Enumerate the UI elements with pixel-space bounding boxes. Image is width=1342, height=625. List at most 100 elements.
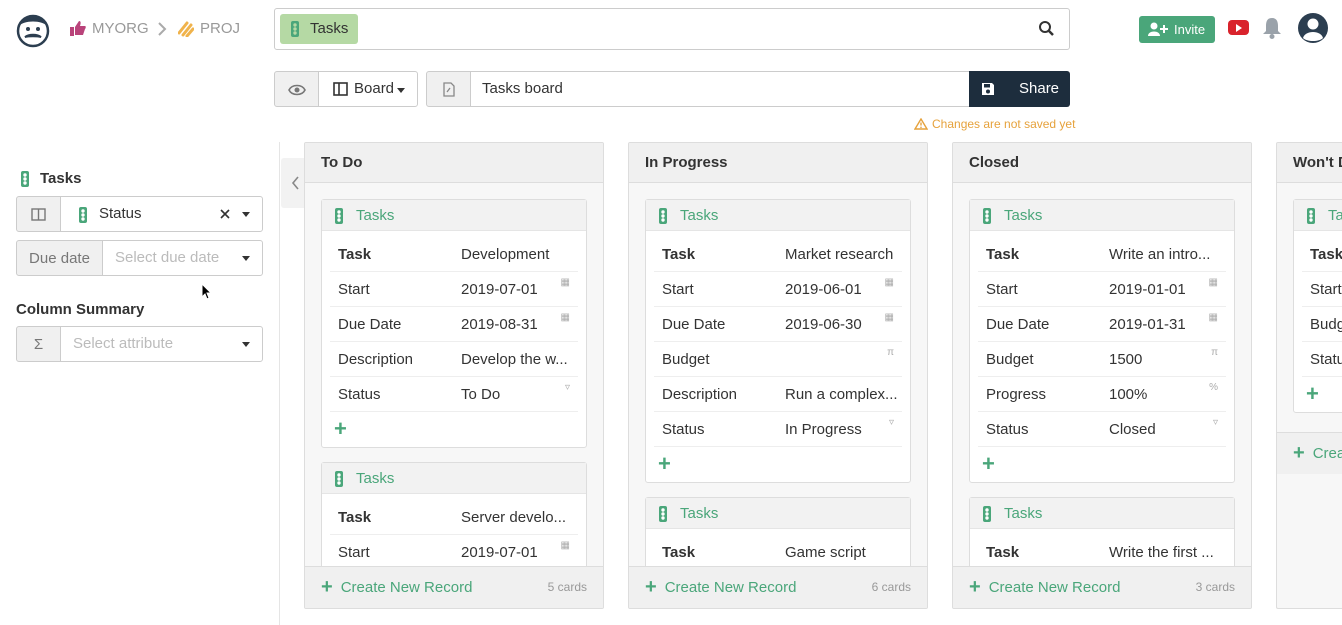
add-user-icon (1148, 22, 1168, 36)
view-type-dropdown[interactable]: Board (318, 71, 418, 107)
card-field-row[interactable]: Task (1302, 237, 1342, 272)
field-value[interactable]: Run a complex... (785, 377, 903, 412)
card-field-row[interactable]: Budget 1500 π (978, 342, 1226, 377)
sidebar-title: Tasks (40, 170, 82, 187)
field-name: Budget (662, 351, 710, 368)
logo-icon[interactable] (14, 10, 52, 48)
card-field-row[interactable]: Task Market research (654, 237, 902, 272)
column-footer: + Create New Record 6 cards (629, 566, 927, 608)
create-record-button[interactable]: + Create New Record (321, 577, 473, 597)
share-label: Share (1019, 80, 1060, 97)
view-visibility-button[interactable] (274, 71, 319, 107)
column-title[interactable]: Won't D (1277, 143, 1342, 183)
traffic-light-icon (21, 170, 29, 187)
card-field-row[interactable]: Status In Progress ▿ (654, 412, 902, 447)
view-doc-button[interactable] (426, 71, 471, 107)
record-card[interactable]: Tasks Task Write the first ... (969, 497, 1235, 571)
record-card[interactable]: Ta Task Start Budg Statu + (1293, 199, 1342, 413)
breadcrumb-org[interactable]: MYORG (70, 20, 149, 37)
card-field-row[interactable]: Task Write an intro... (978, 237, 1226, 272)
field-value[interactable]: 1500 (1109, 342, 1227, 377)
field-value[interactable]: Server develo... (461, 500, 579, 535)
column-title[interactable]: To Do (305, 143, 603, 183)
card-field-row[interactable]: Statu (1302, 342, 1342, 377)
field-value[interactable]: In Progress (785, 412, 903, 447)
eye-icon (288, 84, 306, 96)
add-field-icon[interactable]: + (1306, 383, 1319, 405)
user-avatar[interactable] (1298, 13, 1328, 43)
field-value[interactable]: Development (461, 237, 579, 272)
record-card[interactable]: Tasks Task Write an intro... Start 2019-01-0… (969, 199, 1235, 483)
field-value[interactable]: Develop the w... (461, 342, 579, 377)
create-record-button[interactable]: + Create New Record (645, 576, 796, 598)
card-field-row[interactable]: Status To Do ▿ (330, 377, 578, 412)
field-value[interactable]: To Do (461, 377, 579, 412)
due-date-select[interactable]: Due date Select due date (16, 240, 263, 276)
card-field-row[interactable]: Budg (1302, 307, 1342, 342)
breadcrumb-project[interactable]: PROJ (178, 20, 240, 37)
bell-icon[interactable] (1262, 17, 1282, 39)
close-icon[interactable] (220, 209, 230, 219)
record-card[interactable]: Tasks Task Market research Start 2019-06-01 ▦… (645, 199, 911, 483)
card-field-row[interactable]: Task Game script (654, 535, 902, 570)
card-field-row[interactable]: Task Server develo... (330, 500, 578, 535)
card-field-row[interactable]: Due Date 2019-06-30 ▦ (654, 307, 902, 342)
column-title[interactable]: In Progress (629, 143, 927, 183)
search-bar[interactable]: Tasks (274, 8, 1070, 50)
create-record-button[interactable]: + Create New Record (969, 577, 1120, 597)
search-chip[interactable]: Tasks (280, 14, 359, 44)
field-name: Description (338, 351, 414, 368)
field-name: Start (1310, 281, 1342, 298)
card-field-row[interactable]: Due Date 2019-08-31 ▦ (330, 307, 578, 342)
group-by-select[interactable]: Status (16, 196, 263, 232)
youtube-icon[interactable] (1228, 20, 1249, 35)
caret-down-icon (397, 88, 405, 93)
group-by-field[interactable]: Status (60, 196, 263, 232)
record-card[interactable]: Tasks Task Development Start 2019-07-01 ▦ Due … (321, 199, 587, 448)
card-field-row[interactable]: Budget π (654, 342, 902, 377)
card-field-row[interactable]: Progress 100%% (978, 377, 1226, 412)
column-summary-select[interactable]: Σ Select attribute (16, 326, 263, 362)
select-icon: ▿ (1212, 417, 1218, 428)
field-value[interactable]: Game script (785, 535, 903, 570)
field-name: Start (662, 281, 694, 298)
card-field-row[interactable]: Due Date 2019-01-31 ▦ (978, 307, 1226, 342)
field-name: Due Date (986, 316, 1050, 333)
column-summary-field[interactable]: Select attribute (60, 326, 263, 362)
field-value[interactable]: Closed (1109, 412, 1227, 447)
field-value[interactable]: Write an intro... (1109, 237, 1227, 272)
record-card[interactable]: Tasks Task Server develo... Start 2019-07-01… (321, 462, 587, 571)
field-value[interactable]: Market research (785, 237, 903, 272)
file-icon (443, 82, 455, 97)
card-field-row[interactable]: Description Run a complex... (654, 377, 902, 412)
create-record-label: Create New Record (340, 578, 473, 596)
calendar-icon: ▦ (560, 540, 570, 551)
invite-button[interactable]: Invite (1139, 16, 1215, 43)
card-field-row[interactable]: Description Develop the w... (330, 342, 578, 377)
board-column: To Do Tasks Task Development Start 2019-07-01… (304, 142, 604, 609)
calendar-icon: ▦ (560, 312, 570, 323)
field-name: Due Date (338, 316, 402, 333)
card-field-row[interactable]: Task Development (330, 237, 578, 272)
column-title[interactable]: Closed (953, 143, 1251, 183)
add-field-icon[interactable]: + (334, 418, 347, 440)
card-field-row[interactable]: Start 2019-06-01 ▦ (654, 272, 902, 307)
card-field-row[interactable]: Task Write the first ... (978, 535, 1226, 570)
search-icon[interactable] (1038, 20, 1055, 37)
plus-icon: + (645, 576, 657, 598)
due-date-field[interactable]: Select due date (102, 240, 263, 276)
share-button[interactable]: Share (969, 71, 1070, 107)
view-name-input[interactable]: Tasks board (470, 71, 970, 107)
card-collection-name: Tasks (1004, 207, 1043, 224)
field-value[interactable]: Write the first ... (1109, 535, 1227, 570)
card-field-row[interactable]: Status Closed ▿ (978, 412, 1226, 447)
add-field-icon[interactable]: + (658, 453, 671, 475)
card-field-row[interactable]: Start 2019-01-01 ▦ (978, 272, 1226, 307)
add-field-icon[interactable]: + (982, 453, 995, 475)
create-record-button[interactable]: + Crea (1293, 443, 1342, 463)
card-field-row[interactable]: Start (1302, 272, 1342, 307)
board-column: Won't D Ta Task Start Budg Statu + + Crea (1276, 142, 1342, 609)
card-field-row[interactable]: Start 2019-07-01 ▦ (330, 272, 578, 307)
card-field-row[interactable]: Start 2019-07-01 ▦ (330, 535, 578, 570)
record-card[interactable]: Tasks Task Game script (645, 497, 911, 571)
